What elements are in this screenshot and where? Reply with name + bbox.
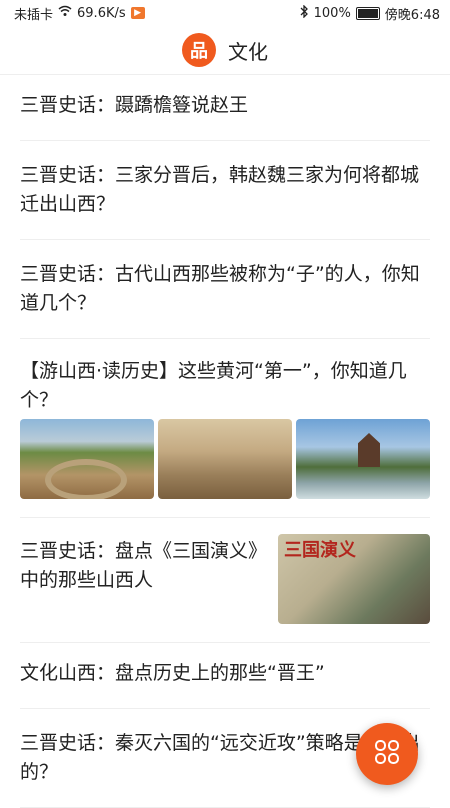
carrier-text: 未插卡 <box>14 7 54 23</box>
menu-fab-button[interactable] <box>356 723 418 785</box>
article-title: 三晋史话：盘点《三国演义》中的那些山西人 <box>20 540 268 591</box>
grid-flower-icon <box>373 738 401 770</box>
page-title: 文化 <box>228 39 268 64</box>
time-text: 傍晚6:48 <box>384 7 440 23</box>
article-title: 三晋史话：蹑蹻檐簦说赵王 <box>20 94 249 116</box>
article-title: 三晋史话：三家分晋后，韩赵魏三家为何将都城迁出山西？ <box>20 164 420 215</box>
article-thumbnails <box>20 419 430 499</box>
article-item[interactable]: 三晋史话：古代山西那些被称为“子”的人，你知道几个？ <box>20 240 430 339</box>
three-kingdoms-image: 三国演义 <box>278 534 430 624</box>
article-feed: 三晋史话：蹑蹻檐簦说赵王 三晋史话：三家分晋后，韩赵魏三家为何将都城迁出山西？ … <box>0 75 450 808</box>
bluetooth-icon <box>300 3 309 22</box>
yellow-river-bend-image <box>20 419 154 499</box>
speed-text: 69.6K/s <box>77 5 126 21</box>
tower-pavilion-image <box>296 419 430 499</box>
article-item[interactable]: 【游山西·读历史】这些黄河“第一”，你知道几个？ <box>20 339 430 518</box>
app-header: 品 文化 <box>0 26 450 75</box>
app-logo-icon: 品 <box>182 33 216 67</box>
article-item[interactable]: 三晋史话：盘点《三国演义》中的那些山西人 三国演义 <box>20 518 430 643</box>
article-item[interactable]: 三晋史话：蹑蹻檐簦说赵王 <box>20 75 430 141</box>
wifi-icon <box>58 5 72 21</box>
article-title: 三晋史话：古代山西那些被称为“子”的人，你知道几个？ <box>20 263 420 314</box>
article-title: 【游山西·读历史】这些黄河“第一”，你知道几个？ <box>20 360 407 411</box>
notification-icon: ▶ <box>130 7 145 19</box>
article-title: 文化山西：盘点历史上的那些“晋王” <box>20 662 325 684</box>
waterfall-image <box>158 419 292 499</box>
thumb-caption: 三国演义 <box>284 540 356 561</box>
article-item[interactable]: 三晋史话：三家分晋后，韩赵魏三家为何将都城迁出山西？ <box>20 141 430 240</box>
article-item[interactable]: 文化山西：盘点历史上的那些“晋王” <box>20 643 430 709</box>
battery-text: 100% <box>313 5 351 21</box>
battery-icon <box>355 6 380 20</box>
status-bar: 未插卡 69.6K/s ▶ 100% 傍晚6:48 <box>0 0 450 26</box>
